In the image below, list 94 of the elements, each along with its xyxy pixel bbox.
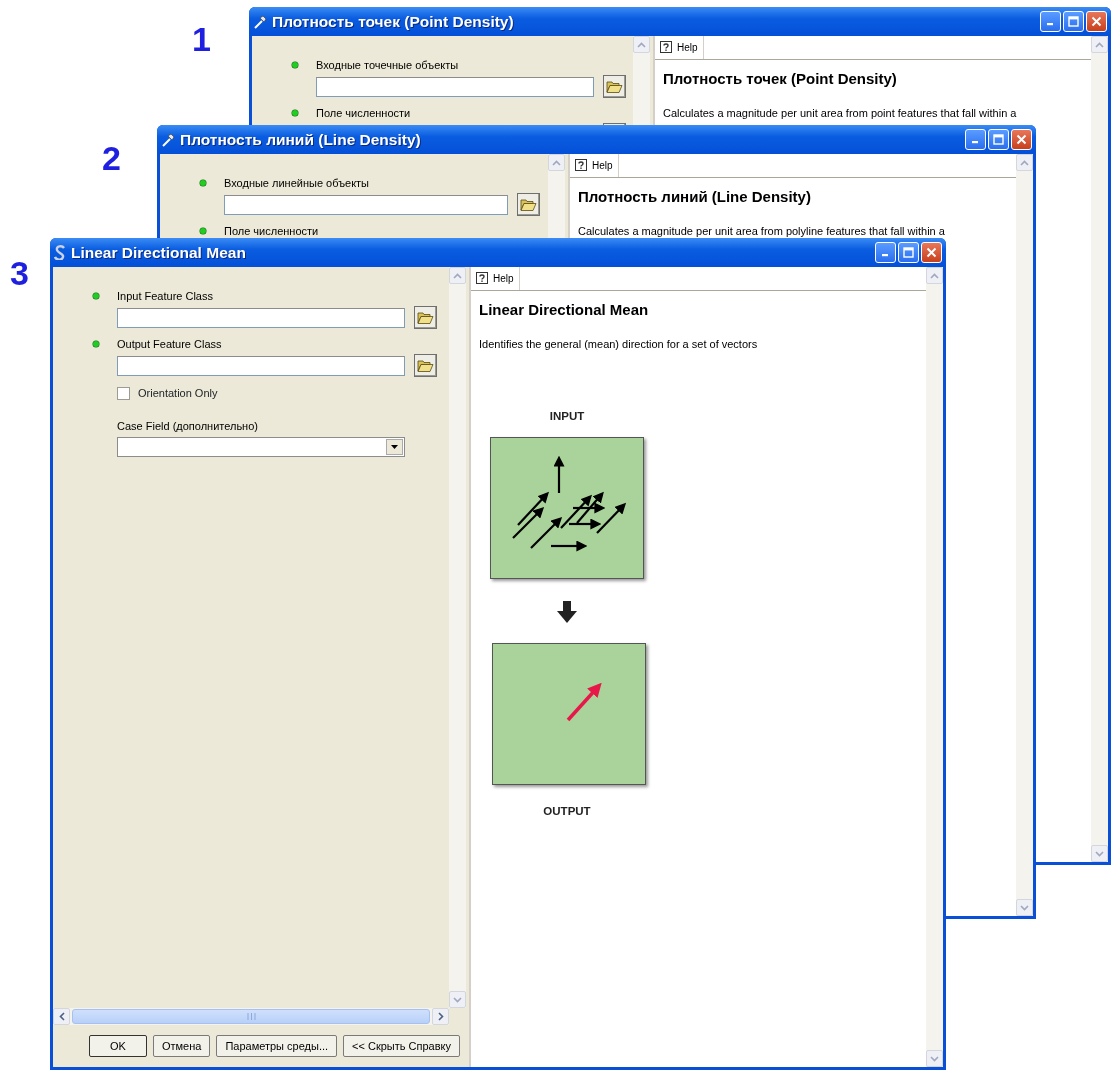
script-icon [54, 245, 66, 260]
minimize-button[interactable] [875, 242, 896, 263]
window-number: 2 [102, 141, 121, 175]
help-description: Identifies the general (mean) direction for a set of vectors [479, 336, 759, 352]
input-field[interactable] [316, 76, 594, 97]
field-label: Case Field (дополнительно) [117, 419, 258, 435]
dialog-button[interactable]: Параметры среды... [216, 1035, 338, 1057]
field-label: Input Feature Class [117, 288, 213, 304]
vertical-scrollbar[interactable] [926, 267, 943, 1067]
chevron-down-icon [1095, 850, 1104, 857]
folder-icon [417, 310, 434, 325]
scroll-up-button[interactable] [1091, 36, 1108, 53]
field-label: Output Feature Class [117, 336, 222, 352]
maximize-button[interactable] [1063, 11, 1084, 32]
vertical-scrollbar[interactable] [1016, 154, 1033, 916]
scroll-up-button[interactable] [449, 267, 466, 284]
help-heading: Плотность точек (Point Density) [663, 69, 898, 89]
folder-icon [520, 197, 537, 212]
chevron-down-icon [453, 996, 462, 1003]
help-description: Calculates a magnitude per unit area from polyline features that fall within a [578, 223, 946, 239]
chevron-up-icon [930, 272, 939, 279]
minimize-button[interactable] [1040, 11, 1061, 32]
hammer-icon [161, 132, 175, 147]
minimize-button[interactable] [965, 129, 986, 150]
scroll-up-button[interactable] [548, 154, 565, 171]
ok-button[interactable]: OK [88, 1035, 147, 1057]
window-title: Плотность точек (Point Density) [272, 11, 514, 32]
chevron-down-icon [930, 1055, 939, 1062]
hammer-icon [253, 14, 267, 29]
chevron-left-icon [58, 1012, 65, 1021]
checkbox[interactable] [117, 386, 130, 400]
chevron-up-icon [552, 159, 561, 166]
browse-button[interactable] [603, 75, 626, 98]
window-title: Linear Directional Mean [71, 242, 246, 263]
chevron-up-icon [637, 41, 646, 48]
horizontal-scrollbar[interactable] [53, 1008, 449, 1025]
chevron-down-icon [1020, 904, 1029, 911]
dropdown-button[interactable] [386, 438, 403, 455]
maximize-icon [993, 134, 1004, 145]
browse-button[interactable] [414, 354, 437, 377]
maximize-icon [1068, 16, 1079, 27]
grip-icon [246, 1013, 256, 1020]
checkbox-label: Orientation Only [138, 386, 218, 401]
window-number: 1 [192, 22, 211, 56]
diagram-label: OUTPUT [543, 804, 591, 820]
scroll-down-button[interactable] [1016, 899, 1033, 916]
close-button[interactable] [1011, 129, 1032, 150]
dialog-button[interactable]: Отмена [152, 1035, 211, 1057]
help-icon [575, 159, 588, 172]
close-button[interactable] [1086, 11, 1107, 32]
vertical-scrollbar[interactable] [1091, 36, 1108, 862]
scroll-left-button[interactable] [53, 1008, 70, 1025]
diagram-label: INPUT [549, 409, 585, 424]
folder-icon [606, 79, 623, 94]
help-icon [476, 272, 489, 285]
chevron-up-icon [1095, 41, 1104, 48]
browse-button[interactable] [517, 193, 540, 216]
help-description: Calculates a magnitude per unit area from point features that fall within a [663, 105, 1018, 121]
down-arrow-icon [557, 601, 577, 624]
caret-icon [391, 444, 398, 449]
maximize-button[interactable] [988, 129, 1009, 150]
scroll-right-button[interactable] [432, 1008, 449, 1025]
dialog-button[interactable]: << Скрыть Справку [343, 1035, 460, 1057]
scroll-up-button[interactable] [926, 267, 943, 284]
chevron-right-icon [437, 1012, 444, 1021]
window-number: 3 [10, 256, 29, 290]
input-field[interactable] [117, 307, 405, 328]
chevron-up-icon [1020, 159, 1029, 166]
help-heading: Плотность линий (Line Density) [578, 187, 812, 207]
input-field[interactable] [224, 194, 508, 215]
chevron-up-icon [453, 272, 462, 279]
field-label: Поле численности [316, 105, 411, 121]
window-title: Плотность линий (Line Density) [180, 129, 421, 150]
browse-button[interactable] [414, 306, 437, 329]
scroll-down-button[interactable] [926, 1050, 943, 1067]
dropdown-field[interactable] [117, 436, 405, 457]
field-label: Входные точечные объекты [316, 57, 459, 73]
scroll-up-button[interactable] [1016, 154, 1033, 171]
field-label: Поле численности [224, 223, 319, 239]
maximize-icon [903, 247, 914, 258]
close-icon [926, 247, 937, 258]
input-field[interactable] [117, 355, 405, 376]
maximize-button[interactable] [898, 242, 919, 263]
scroll-down-button[interactable] [1091, 845, 1108, 862]
help-heading: Linear Directional Mean [479, 300, 650, 320]
vertical-scrollbar[interactable] [449, 267, 466, 1008]
close-icon [1016, 134, 1027, 145]
folder-icon [417, 358, 434, 373]
field-label: Входные линейные объекты [224, 175, 370, 191]
help-icon [660, 41, 673, 54]
scroll-thumb[interactable] [72, 1009, 430, 1024]
close-button[interactable] [921, 242, 942, 263]
scroll-up-button[interactable] [633, 36, 650, 53]
close-icon [1091, 16, 1102, 27]
